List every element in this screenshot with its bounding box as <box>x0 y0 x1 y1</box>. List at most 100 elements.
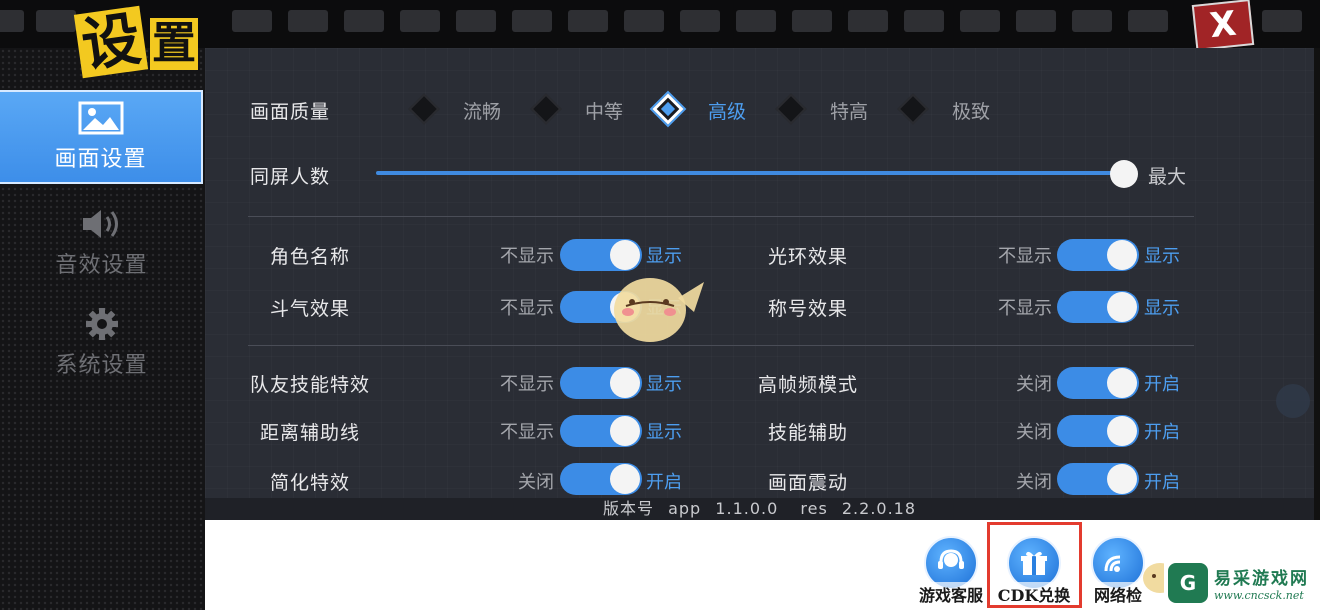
toggle-knob <box>610 416 640 446</box>
film-hole <box>1128 10 1168 32</box>
toggle-knob <box>610 464 640 494</box>
version-app-key: app <box>668 499 702 518</box>
title-effect-off-label: 不显示 <box>998 298 1052 319</box>
skill-assist-label: 技能辅助 <box>768 422 849 444</box>
screen-shake-off-label: 关闭 <box>1016 472 1052 493</box>
watermark-url: www.cncsck.net <box>1214 589 1304 602</box>
close-icon: X <box>1207 3 1239 47</box>
film-hole <box>568 10 608 32</box>
halo-toggle[interactable] <box>1057 239 1139 271</box>
crowd-slider-handle[interactable] <box>1110 160 1138 188</box>
quality-option-ultra[interactable]: 特高 <box>830 97 868 124</box>
quality-option-high[interactable]: 高级 <box>708 97 746 124</box>
simple-fx-label: 简化特效 <box>270 472 351 494</box>
simple-fx-off-label: 关闭 <box>518 472 554 493</box>
screen-shake-label: 画面震动 <box>768 472 849 494</box>
watermark-logo-icon: G <box>1168 563 1208 603</box>
sidebar-item-label: 画面设置 <box>54 147 147 172</box>
sidebar-item-label: 音效设置 <box>55 253 148 278</box>
speaker-icon <box>79 207 125 241</box>
version-res-key: res <box>800 499 828 518</box>
watermark-title: 易采游戏网 <box>1214 569 1309 589</box>
toggle-knob <box>1107 240 1137 270</box>
side-handle[interactable] <box>1276 384 1310 418</box>
range-line-off-label: 不显示 <box>500 422 554 443</box>
quality-option-max[interactable]: 极致 <box>952 97 990 124</box>
toggle-knob <box>610 240 640 270</box>
high-fps-toggle[interactable] <box>1057 367 1139 399</box>
crowd-slider-track[interactable] <box>376 171 1126 175</box>
film-hole <box>232 10 272 32</box>
version-app-value: 1.1.0.0 <box>715 499 779 518</box>
customer-service-label: 游戏客服 <box>918 582 983 606</box>
network-check-label: 网络检 <box>1093 582 1142 606</box>
screen-shake-on-label: 开启 <box>1144 472 1180 493</box>
toggle-knob <box>1107 292 1137 322</box>
toggle-knob <box>610 368 640 398</box>
quality-option-medium[interactable]: 中等 <box>585 97 623 124</box>
mascot-sticker <box>608 268 712 346</box>
aura-label: 斗气效果 <box>270 298 351 320</box>
settings-title-logo: 设 置 <box>72 4 207 82</box>
film-hole <box>456 10 496 32</box>
sidebar-item-audio-settings[interactable]: 音效设置 <box>0 196 203 290</box>
sidebar-item-system-settings[interactable]: 系统设置 <box>0 296 203 390</box>
film-hole <box>792 10 832 32</box>
film-hole <box>1262 10 1302 32</box>
toggle-knob <box>1107 464 1137 494</box>
customer-service-button[interactable]: 游戏客服 <box>911 536 991 608</box>
title-char-1: 设 <box>73 4 149 80</box>
quality-option-smooth[interactable]: 流畅 <box>463 97 501 124</box>
film-hole <box>1016 10 1056 32</box>
range-line-label: 距离辅助线 <box>260 422 361 444</box>
film-hole <box>1072 10 1112 32</box>
film-hole <box>624 10 664 32</box>
toggle-knob <box>1107 368 1137 398</box>
film-hole <box>848 10 888 32</box>
close-button[interactable]: X <box>1191 0 1255 51</box>
film-hole <box>680 10 720 32</box>
film-hole <box>736 10 776 32</box>
skill-assist-toggle[interactable] <box>1057 415 1139 447</box>
sidebar-item-display-settings[interactable]: 画面设置 <box>0 90 203 184</box>
halo-on-label: 显示 <box>1144 246 1180 267</box>
quality-label: 画面质量 <box>250 101 331 123</box>
simple-fx-on-label: 开启 <box>646 472 682 493</box>
role-name-on-label: 显示 <box>646 246 682 267</box>
role-name-toggle[interactable] <box>560 239 642 271</box>
halo-off-label: 不显示 <box>998 246 1052 267</box>
high-fps-off-label: 关闭 <box>1016 374 1052 395</box>
aura-off-label: 不显示 <box>500 298 554 319</box>
range-line-on-label: 显示 <box>646 422 682 443</box>
screen-shake-toggle[interactable] <box>1057 463 1139 495</box>
team-skill-toggle[interactable] <box>560 367 642 399</box>
team-skill-label: 队友技能特效 <box>250 374 371 396</box>
film-hole <box>288 10 328 32</box>
skill-assist-on-label: 开启 <box>1144 422 1180 443</box>
divider <box>248 345 1194 346</box>
title-char-2: 置 <box>150 18 198 70</box>
film-hole <box>0 10 24 32</box>
team-skill-off-label: 不显示 <box>500 374 554 395</box>
watermark: G 易采游戏网 www.cncsck.net <box>1164 556 1320 610</box>
film-hole <box>904 10 944 32</box>
version-label: 版本号 <box>602 499 654 518</box>
high-fps-label: 高帧频模式 <box>758 374 859 396</box>
sidebar-item-label: 系统设置 <box>55 353 148 378</box>
team-skill-on-label: 显示 <box>646 374 682 395</box>
film-hole <box>344 10 384 32</box>
crowd-value-label: 最大 <box>1148 166 1187 188</box>
simple-fx-toggle[interactable] <box>560 463 642 495</box>
role-name-label: 角色名称 <box>270 246 351 268</box>
role-name-off-label: 不显示 <box>500 246 554 267</box>
title-effect-on-label: 显示 <box>1144 298 1180 319</box>
gear-icon <box>79 307 125 341</box>
skill-assist-off-label: 关闭 <box>1016 422 1052 443</box>
title-effect-toggle[interactable] <box>1057 291 1139 323</box>
divider <box>248 216 1194 217</box>
cdk-highlight-box <box>987 522 1082 608</box>
film-hole <box>960 10 1000 32</box>
film-hole <box>512 10 552 32</box>
range-line-toggle[interactable] <box>560 415 642 447</box>
settings-panel <box>205 48 1314 518</box>
